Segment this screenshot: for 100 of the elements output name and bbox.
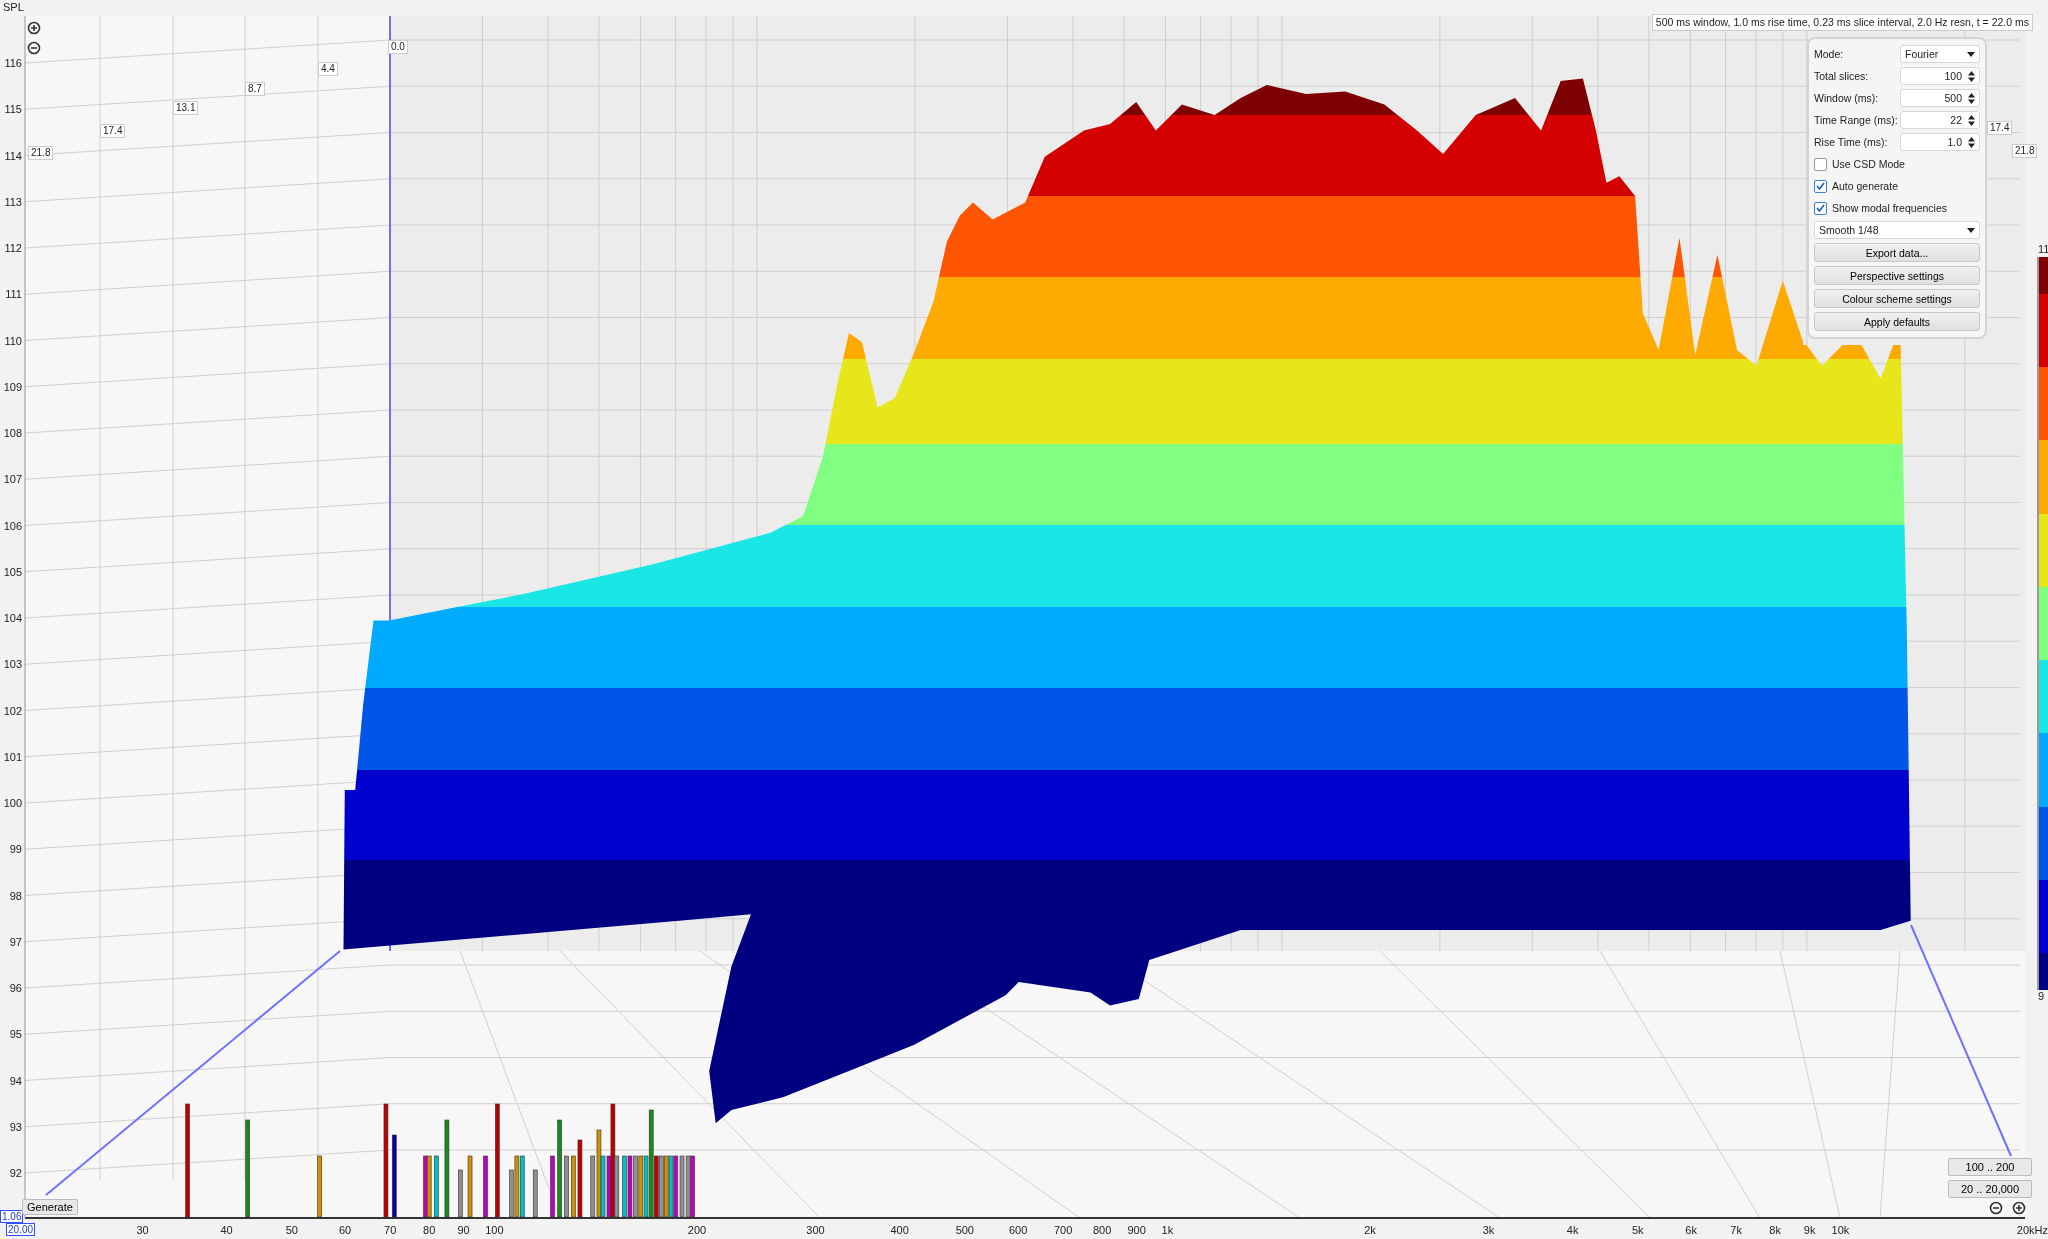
axis-tick-label: 106 — [2, 518, 22, 533]
axis-tick-label: 114 — [3, 148, 22, 163]
axis-tick-label: 70 — [383, 1223, 398, 1237]
range-button[interactable]: 20 .. 20,000 — [1948, 1180, 2032, 1198]
time-label: 8.7 — [245, 82, 265, 96]
checkbox-label: Use CSD Mode — [1832, 158, 1905, 170]
field-label: Window (ms): — [1814, 92, 1879, 104]
smoothing-dropdown[interactable]: Smooth 1/48 — [1814, 221, 1980, 239]
axis-tick-label: 3k — [1481, 1223, 1496, 1237]
axis-tick-label: 6k — [1684, 1223, 1698, 1237]
axis-tick-label: 300 — [805, 1223, 826, 1237]
cursor-readout: 1.06 — [0, 1210, 24, 1223]
panel-button[interactable]: Perspective settings — [1814, 266, 1980, 285]
axis-tick-label: 93 — [8, 1119, 22, 1134]
axis-tick-label: 98 — [8, 888, 22, 903]
time-label: 21.8 — [28, 146, 54, 160]
axis-tick-label: 115 — [3, 102, 22, 117]
axis-tick-label: 2k — [1363, 1223, 1377, 1237]
time-label: 17.4 — [1987, 121, 2013, 135]
axis-tick-label: 112 — [3, 241, 22, 255]
mode-dropdown[interactable]: Fourier — [1900, 45, 1980, 63]
number-field[interactable]: 22 — [1900, 111, 1980, 129]
caret-icon — [1967, 227, 1975, 233]
axis-tick-label: 99 — [8, 842, 22, 857]
axis-tick-label: 108 — [2, 426, 22, 440]
axis-tick-label: 102 — [2, 703, 22, 718]
spinner-icon — [1968, 70, 1975, 82]
panel-button[interactable]: Export data... — [1814, 243, 1980, 262]
axis-tick-label: 80 — [422, 1223, 437, 1237]
spinner-icon — [1968, 136, 1975, 148]
axis-tick-label: 109 — [2, 379, 22, 394]
checkbox[interactable] — [1814, 179, 1827, 193]
axis-tick-label: 90 — [456, 1223, 471, 1237]
zoom-in-icon[interactable] — [2012, 1201, 2026, 1215]
field-label: Time Range (ms): — [1814, 114, 1898, 126]
number-field[interactable]: 500 — [1900, 89, 1980, 107]
checkbox-label: Show modal frequencies — [1832, 202, 1947, 214]
axis-tick-label: 7k — [1729, 1223, 1743, 1237]
time-label: 21.8 — [2012, 144, 2038, 158]
axis-tick-label: 101 — [2, 749, 22, 764]
axis-tick-label: 700 — [1052, 1223, 1074, 1237]
zoom-out-icon[interactable] — [27, 41, 41, 55]
axis-tick-label: 104 — [2, 611, 22, 625]
checkbox-label: Auto generate — [1832, 180, 1898, 192]
axis-tick-label: 600 — [1007, 1223, 1029, 1237]
axis-tick-label: 800 — [1092, 1223, 1113, 1237]
checkbox[interactable] — [1814, 157, 1827, 171]
axis-tick-label: 60 — [337, 1223, 353, 1237]
axis-tick-label: 96 — [8, 981, 22, 995]
axis-tick-label: 95 — [8, 1027, 22, 1042]
axis-tick-label: 103 — [2, 657, 22, 672]
axis-tick-label: 9k — [1802, 1223, 1817, 1237]
scale-label: 9 — [2038, 990, 2045, 1002]
axis-tick-label: 500 — [954, 1223, 975, 1237]
number-field[interactable]: 100 — [1900, 67, 1980, 85]
scale-label: 11 — [2038, 243, 2048, 255]
time-label: 17.4 — [100, 124, 126, 138]
axis-tick-label: 1k — [1160, 1223, 1175, 1237]
axis-tick-label: 40 — [219, 1223, 234, 1237]
time-label: 0.0 — [388, 40, 408, 54]
axis-tick-label: 200 — [686, 1223, 708, 1237]
spinner-icon — [1968, 92, 1975, 104]
axis-tick-label: 110 — [3, 333, 22, 348]
axis-tick-label: 100 — [2, 796, 22, 810]
panel-button[interactable]: Apply defaults — [1814, 312, 1980, 331]
range-button[interactable]: 100 .. 200 — [1948, 1158, 2032, 1176]
axis-tick-label: 111 — [4, 287, 22, 302]
checkbox[interactable] — [1814, 201, 1827, 215]
axis-title: SPL — [3, 1, 24, 13]
time-label: 4.4 — [318, 62, 338, 76]
axis-tick-label: 94 — [8, 1073, 22, 1088]
field-label: Total slices: — [1814, 70, 1869, 82]
axis-tick-label: 105 — [2, 564, 22, 579]
generate-button[interactable]: Generate — [22, 1199, 78, 1215]
axis-tick-label: 20kHz — [2015, 1223, 2048, 1237]
axis-tick-label: 900 — [1126, 1223, 1147, 1237]
time-label: 13.1 — [173, 101, 199, 115]
axis-tick-label: 107 — [2, 472, 22, 487]
spinner-icon — [1968, 114, 1975, 126]
axis-tick-label: 4k — [1565, 1223, 1580, 1237]
field-label: Mode: — [1814, 48, 1844, 60]
axis-tick-label: 5k — [1631, 1223, 1645, 1237]
axis-tick-label: 92 — [8, 1166, 22, 1180]
info-label: 500 ms window, 1.0 ms rise time, 0.23 ms slice interval, 2.0 Hz resn, t = 22.0 ms — [1651, 14, 2033, 31]
zoom-in-icon[interactable] — [27, 21, 41, 35]
axis-tick-label: 10k — [1830, 1223, 1851, 1237]
zoom-out-icon[interactable] — [1989, 1201, 2003, 1215]
axis-tick-label: 50 — [284, 1223, 299, 1237]
axis-tick-label: 30 — [135, 1223, 150, 1237]
caret-icon — [1967, 51, 1975, 57]
number-field[interactable]: 1.0 — [1900, 133, 1980, 151]
cursor-readout: 20.00 — [6, 1223, 36, 1236]
axis-tick-label: 113 — [3, 194, 22, 209]
axis-tick-label: 97 — [8, 934, 22, 949]
axis-tick-label: 400 — [889, 1223, 910, 1237]
field-label: Rise Time (ms): — [1814, 136, 1888, 148]
axis-tick-label: 100 — [484, 1223, 505, 1237]
panel-button[interactable]: Colour scheme settings — [1814, 289, 1980, 308]
axis-tick-label: 8k — [1768, 1223, 1782, 1237]
axis-tick-label: 116 — [3, 56, 22, 70]
